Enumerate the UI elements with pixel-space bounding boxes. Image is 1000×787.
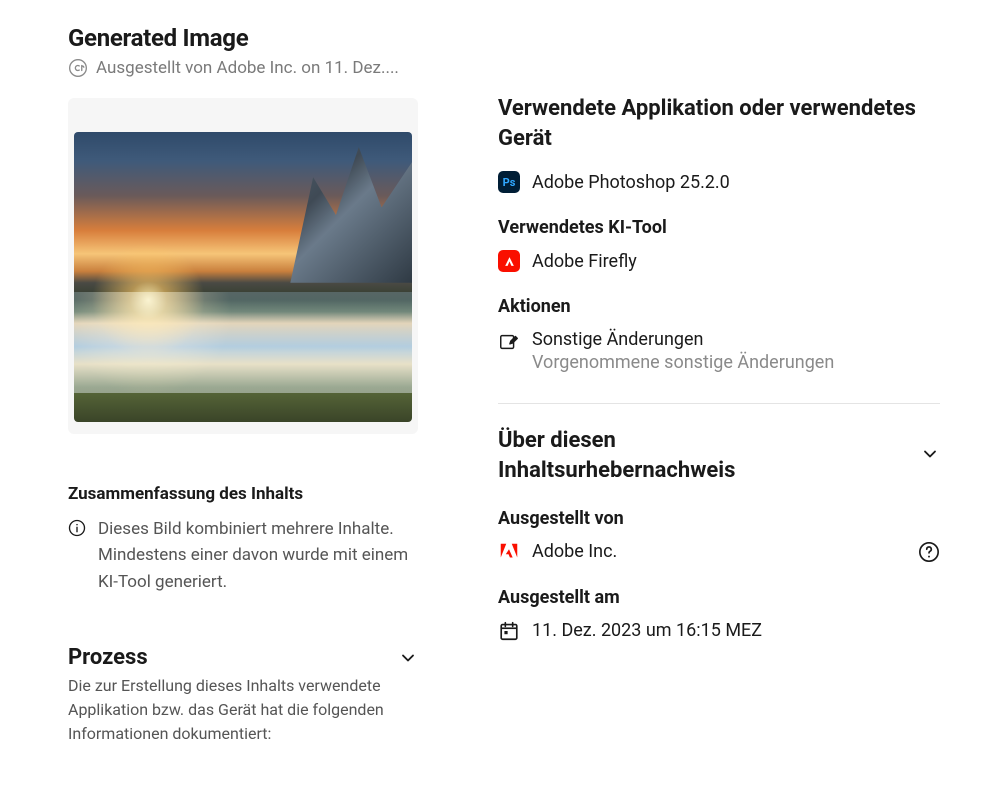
adobe-logo-icon [498,541,520,563]
calendar-icon [498,620,520,642]
chevron-down-icon [398,648,418,668]
app-section-heading: Verwendete Applikation oder verwendetes … [498,94,940,153]
action-secondary: Vorgenommene sonstige Änderungen [532,352,834,373]
chevron-down-icon [920,444,940,464]
issued-at-heading: Ausgestellt am [498,587,940,608]
summary-text: Dieses Bild kombiniert mehrere Inhalte. … [98,516,418,595]
subtitle-row: Ausgestellt von Adobe Inc. on 11. Dez...… [68,58,418,78]
generated-image-preview[interactable] [74,132,412,422]
subtitle-text: Ausgestellt von Adobe Inc. on 11. Dez...… [96,58,399,78]
issued-by-heading: Ausgestellt von [498,508,940,529]
process-toggle[interactable]: Prozess [68,645,418,670]
photoshop-icon: Ps [498,171,520,193]
page-title: Generated Image [68,24,418,52]
date-row: 11. Dez. 2023 um 16:15 MEZ [498,620,940,642]
adobe-app-icon [498,250,520,272]
action-text: Sonstige Änderungen Vorgenommene sonstig… [532,329,834,373]
left-column: Generated Image Ausgestellt von Adobe In… [68,24,418,763]
app-name: Adobe Photoshop 25.2.0 [532,172,730,193]
about-heading: Über diesen Inhaltsurhebernachweis [498,426,818,485]
image-card [68,98,418,434]
action-primary: Sonstige Änderungen [532,329,834,350]
app-row: Ps Adobe Photoshop 25.2.0 [498,171,940,193]
ai-name: Adobe Firefly [532,251,637,272]
content-credentials-icon [68,58,88,78]
action-row: Sonstige Änderungen Vorgenommene sonstig… [498,329,940,373]
info-icon [68,519,86,537]
ai-row: Adobe Firefly [498,250,940,272]
about-toggle[interactable]: Über diesen Inhaltsurhebernachweis [498,426,940,485]
issued-at-value: 11. Dez. 2023 um 16:15 MEZ [532,620,762,641]
summary-row: Dieses Bild kombiniert mehrere Inhalte. … [68,516,418,595]
process-note: Die zur Erstellung dieses Inhalts verwen… [68,674,418,746]
right-column: Verwendete Applikation oder verwendetes … [498,24,940,763]
process-heading: Prozess [68,645,148,670]
ai-section-heading: Verwendetes KI-Tool [498,217,940,238]
divider [498,403,940,404]
edit-icon [498,331,520,353]
actions-section-heading: Aktionen [498,296,940,317]
help-icon[interactable] [918,541,940,563]
issuer-name: Adobe Inc. [532,541,617,562]
summary-heading: Zusammenfassung des Inhalts [68,484,418,504]
issuer-row: Adobe Inc. [498,541,940,563]
